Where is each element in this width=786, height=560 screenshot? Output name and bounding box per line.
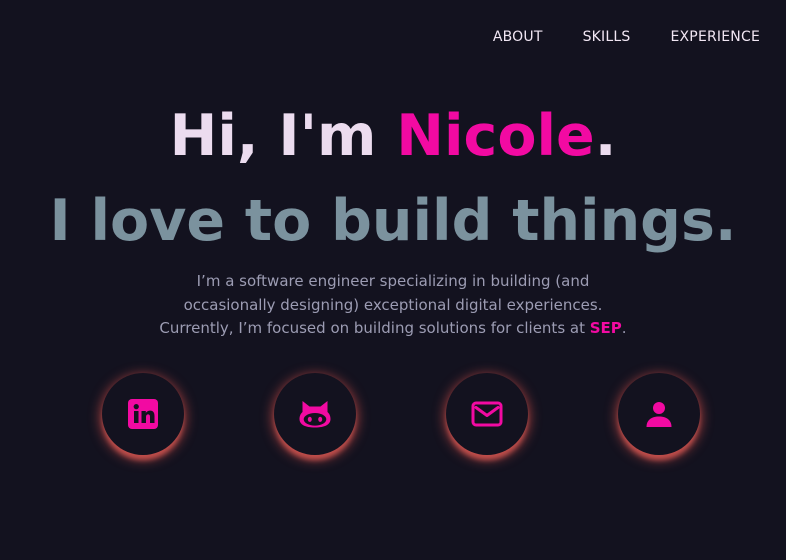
linkedin-button[interactable] — [102, 373, 184, 455]
nav-experience-link[interactable]: EXPERIENCE — [670, 29, 760, 45]
email-button[interactable] — [446, 373, 528, 455]
profile-button[interactable] — [618, 373, 700, 455]
top-nav: ABOUT SKILLS EXPERIENCE — [493, 29, 760, 45]
profile-icon — [646, 402, 672, 427]
email-icon — [471, 401, 503, 427]
intro-line-3: Currently, I’m focused on building solut… — [0, 317, 786, 341]
github-icon — [299, 401, 331, 428]
github-button[interactable] — [274, 373, 356, 455]
nav-about-link[interactable]: ABOUT — [493, 29, 543, 45]
hero-name: Nicole — [396, 103, 595, 169]
linkedin-icon — [128, 399, 158, 429]
intro-line-1: I’m a software engineer specializing in … — [196, 272, 590, 290]
greeting-prefix: Hi, I'm — [169, 103, 397, 169]
company-name: SEP — [589, 319, 622, 337]
hero-greeting: Hi, I'm Nicole. — [0, 98, 786, 174]
hero-intro: I’m a software engineer specializing in … — [0, 270, 786, 341]
intro-line-3-end: . — [621, 319, 627, 337]
hero-tagline: I love to build things. — [49, 188, 737, 254]
greeting-suffix: . — [594, 103, 617, 169]
intro-line-3-text: Currently, I’m focused on building solut… — [159, 319, 590, 337]
intro-line-2: occasionally designing) exceptional digi… — [183, 295, 603, 314]
nav-skills-link[interactable]: SKILLS — [583, 29, 631, 45]
